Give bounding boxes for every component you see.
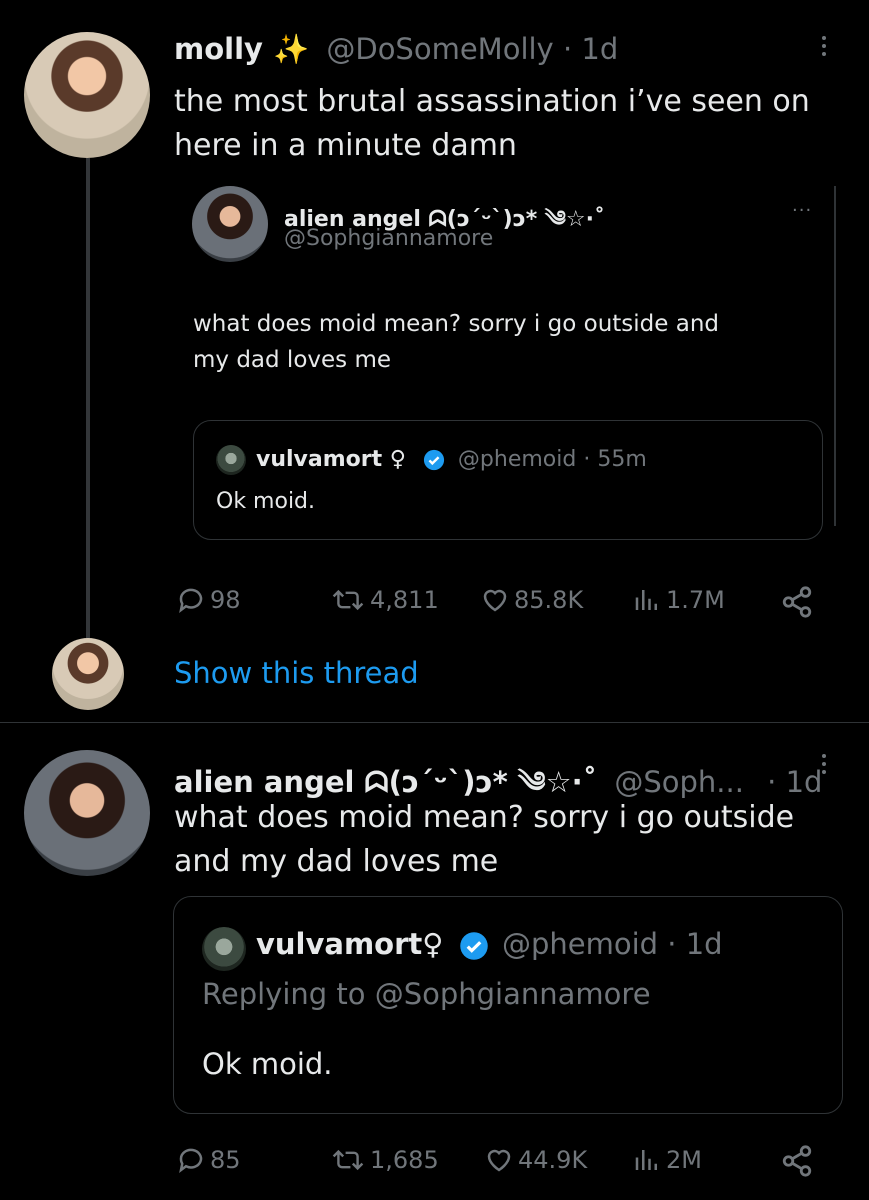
share-icon xyxy=(782,1145,812,1177)
tweet-2-text: what does moid mean? sorry i go outside … xyxy=(174,796,794,884)
tweet-1-text: the most brutal assassination i’ve seen … xyxy=(174,80,810,168)
tweet-2-time[interactable]: · 1d xyxy=(767,765,822,799)
tweet-1-view-count: 1.7M xyxy=(666,586,725,614)
tweet-1-display-name[interactable]: molly ✨ xyxy=(174,32,309,66)
verified-badge-icon xyxy=(459,932,488,960)
nested-quote-text: Ok moid. xyxy=(216,489,316,514)
repost-icon xyxy=(332,1149,364,1171)
tweet-2-view-count: 2M xyxy=(666,1146,702,1174)
tweet-divider xyxy=(0,722,869,723)
tweet-2-quote-avatar xyxy=(202,927,246,971)
tweet-1-text-line2: here in a minute damn xyxy=(174,128,517,163)
quote-handle: @Sophgiannamore xyxy=(284,226,494,251)
heart-icon xyxy=(487,1149,511,1172)
tweet-1-header: molly ✨ @DoSomeMolly · 1d xyxy=(174,32,618,67)
tweet-2-share-button[interactable] xyxy=(780,1144,814,1178)
tweet-1-time[interactable]: · 1d xyxy=(563,32,618,66)
tweet-2-handle[interactable]: @Soph... xyxy=(614,765,744,799)
tweet-2-quote[interactable]: vulvamort♀ @phemoid · 1d Replying to @So… xyxy=(173,896,843,1114)
tweet-1-reply-button[interactable]: 98 xyxy=(176,585,241,615)
quote-avatar xyxy=(192,186,268,262)
nested-quote-avatar xyxy=(216,445,246,475)
molly-avatar[interactable] xyxy=(24,32,150,158)
tweet-2-repost-count: 1,685 xyxy=(370,1146,439,1174)
quote-text: what does moid mean? sorry i go outside … xyxy=(193,306,719,378)
tweet-1-more-icon[interactable] xyxy=(822,36,826,56)
tweet-1-like-button[interactable]: 85.8K xyxy=(480,585,583,615)
tweet-2-quote-header: vulvamort♀ @phemoid · 1d xyxy=(256,927,723,961)
nested-quote-time: · 55m xyxy=(583,447,647,472)
tweet-2-more-icon[interactable] xyxy=(822,754,826,774)
thread-avatar[interactable] xyxy=(52,638,124,710)
tweet-2-reply-count: 85 xyxy=(210,1146,241,1174)
tweet-2-like-count: 44.9K xyxy=(518,1146,588,1174)
tweet-1-views-button[interactable]: 1.7M xyxy=(632,585,725,615)
tweet-1-handle[interactable]: @DoSomeMolly xyxy=(326,32,553,66)
nested-quote-header: vulvamort ♀ @phemoid · 55m xyxy=(256,447,647,472)
tweet-2-quote-replying: Replying to @Sophgiannamore xyxy=(202,977,651,1011)
share-icon xyxy=(782,586,812,618)
quote-more-icon: ··· xyxy=(792,200,813,221)
tweet-2-repost-button[interactable]: 1,685 xyxy=(330,1145,439,1175)
tweet-2-views-button[interactable]: 2M xyxy=(632,1145,702,1175)
tweet-2-quote-time: · 1d xyxy=(667,927,723,961)
show-thread-link[interactable]: Show this thread xyxy=(174,656,419,690)
reply-icon xyxy=(179,588,203,613)
tweet-2-quote-display-name: vulvamort♀ xyxy=(256,927,444,961)
tweet-1-quote[interactable]: alien angel ᗣ(ɔ´ᵕ`)ɔ* ༄☆·˚ @Sophgiannamo… xyxy=(174,182,836,552)
tweet-1-like-count: 85.8K xyxy=(514,586,584,614)
nested-quote[interactable]: vulvamort ♀ @phemoid · 55m Ok moid. xyxy=(193,420,823,540)
quote-text-line2: my dad loves me xyxy=(193,347,392,373)
tweet-2-text-line1: what does moid mean? sorry i go outside xyxy=(174,800,795,835)
quote-scrollbar[interactable] xyxy=(834,186,836,526)
tweet-2-text-line2: and my dad loves me xyxy=(174,844,499,879)
views-icon xyxy=(635,590,657,610)
tweet-1-repost-count: 4,811 xyxy=(370,586,439,614)
nested-quote-handle: @phemoid xyxy=(457,447,577,472)
tweet-2-display-name[interactable]: alien angel ᗣ(ɔ´ᵕ`)ɔ* ༄☆·˚ xyxy=(174,765,597,799)
thread-line xyxy=(86,158,90,638)
tweet-1-repost-button[interactable]: 4,811 xyxy=(330,585,439,615)
heart-icon xyxy=(483,589,507,612)
tweet-2-reply-button[interactable]: 85 xyxy=(176,1145,241,1175)
quote-text-line1: what does moid mean? sorry i go outside … xyxy=(193,311,719,337)
tweet-1-share-button[interactable] xyxy=(780,585,814,619)
alien-angel-avatar[interactable] xyxy=(24,750,150,876)
views-icon xyxy=(635,1150,657,1170)
tweet-2-quote-handle: @phemoid xyxy=(501,927,659,961)
verified-badge-icon xyxy=(423,449,445,471)
nested-quote-display-name: vulvamort ♀ xyxy=(256,447,406,472)
tweet-1-text-line1: the most brutal assassination i’ve seen … xyxy=(174,84,810,119)
repost-icon xyxy=(332,589,364,611)
tweet-1-reply-count: 98 xyxy=(210,586,241,614)
reply-icon xyxy=(179,1148,203,1173)
tweet-2-quote-text: Ok moid. xyxy=(202,1047,333,1081)
tweet-2-like-button[interactable]: 44.9K xyxy=(484,1145,587,1175)
